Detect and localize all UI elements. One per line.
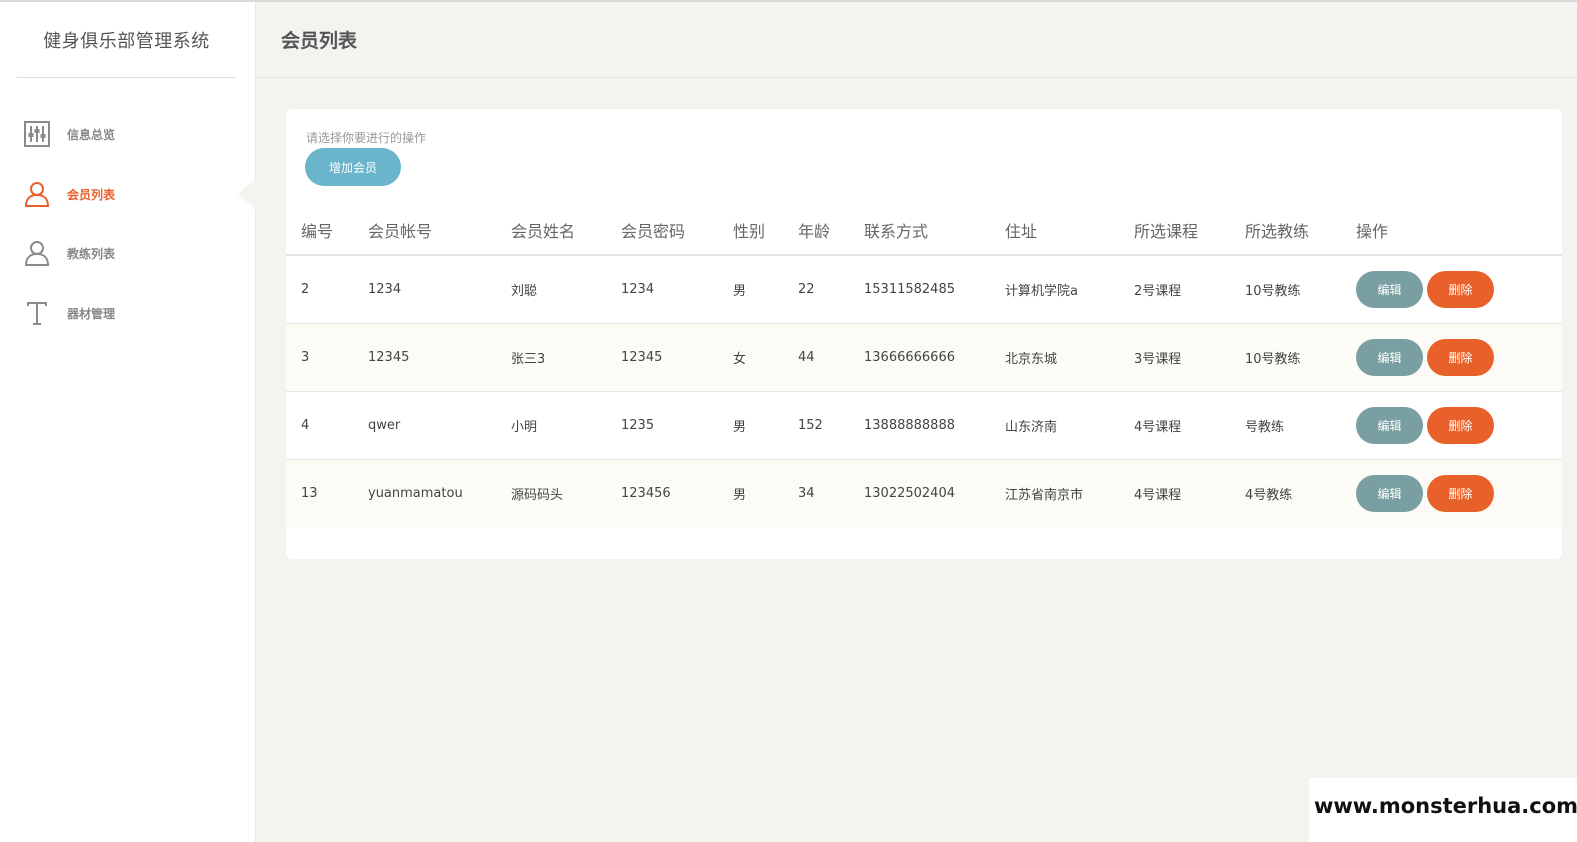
delete-button[interactable]: 删除 xyxy=(1427,338,1494,376)
page-title: 会员列表 xyxy=(281,30,358,52)
sidebar-item-members[interactable]: 会员列表 xyxy=(0,174,256,214)
delete-button[interactable]: 删除 xyxy=(1427,406,1494,444)
cell-actions: 编辑 删除 xyxy=(1356,323,1562,392)
cell-name: 小明 xyxy=(511,391,621,460)
column-header: 会员密码 xyxy=(621,205,733,256)
cell-course: 4号课程 xyxy=(1134,459,1245,527)
cell-address: 北京东城 xyxy=(1005,323,1134,392)
cell-password: 12345 xyxy=(621,323,733,392)
edit-button[interactable]: 编辑 xyxy=(1356,338,1423,376)
cell-gender: 男 xyxy=(733,459,798,527)
active-nav-pointer xyxy=(238,178,256,210)
cell-age: 152 xyxy=(798,391,864,460)
column-header: 联系方式 xyxy=(864,205,1005,256)
cell-actions: 编辑 删除 xyxy=(1356,255,1562,324)
cell-gender: 男 xyxy=(733,391,798,460)
cell-password: 1235 xyxy=(621,391,733,460)
cell-age: 22 xyxy=(798,255,864,324)
cell-age: 34 xyxy=(798,459,864,527)
page-header: 会员列表 xyxy=(256,2,1577,78)
sidebar-item-coaches[interactable]: 教练列表 xyxy=(0,233,256,273)
text-t-icon xyxy=(23,299,51,327)
column-header: 住址 xyxy=(1005,205,1134,256)
cell-course: 4号课程 xyxy=(1134,391,1245,460)
member-table: 编号 会员帐号 会员姓名 会员密码 性别 年龄 联系方式 住址 所选课程 所选教… xyxy=(286,205,1562,527)
delete-button[interactable]: 删除 xyxy=(1427,474,1494,512)
cell-password: 1234 xyxy=(621,255,733,324)
column-header: 性别 xyxy=(733,205,798,256)
cell-id: 4 xyxy=(286,391,368,460)
cell-account: qwer xyxy=(368,391,511,460)
edit-button[interactable]: 编辑 xyxy=(1356,474,1423,512)
sidebar-item-overview[interactable]: 信息总览 xyxy=(0,114,256,154)
cell-phone: 13666666666 xyxy=(864,323,1005,392)
cell-id: 13 xyxy=(286,459,368,527)
cell-course: 2号课程 xyxy=(1134,255,1245,324)
cell-address: 山东济南 xyxy=(1005,391,1134,460)
cell-gender: 男 xyxy=(733,255,798,324)
sidebar-item-label: 器材管理 xyxy=(67,307,116,321)
cell-name: 张三3 xyxy=(511,323,621,392)
table-row: 13 yuanmamatou 源码码头 123456 男 34 13022502… xyxy=(286,459,1562,527)
edit-button[interactable]: 编辑 xyxy=(1356,406,1423,444)
sliders-icon xyxy=(23,120,51,148)
user-outline-icon xyxy=(23,239,51,267)
cell-gender: 女 xyxy=(733,323,798,392)
column-header: 编号 xyxy=(286,205,368,256)
cell-account: yuanmamatou xyxy=(368,459,511,527)
cell-address: 江苏省南京市 xyxy=(1005,459,1134,527)
cell-age: 44 xyxy=(798,323,864,392)
app-title: 健身俱乐部管理系统 xyxy=(17,2,236,78)
cell-course: 3号课程 xyxy=(1134,323,1245,392)
table-row: 2 1234 刘聪 1234 男 22 15311582485 计算机学院a 2… xyxy=(286,255,1562,324)
cell-password: 123456 xyxy=(621,459,733,527)
sidebar-item-equipment[interactable]: 器材管理 xyxy=(0,293,256,333)
operation-prompt: 请选择你要进行的操作 xyxy=(306,131,427,145)
sidebar: 健身俱乐部管理系统 信息总览 会员列表 教练列表 器材管理 xyxy=(0,2,256,842)
column-header: 年龄 xyxy=(798,205,864,256)
cell-phone: 13888888888 xyxy=(864,391,1005,460)
cell-id: 3 xyxy=(286,323,368,392)
cell-phone: 15311582485 xyxy=(864,255,1005,324)
cell-id: 2 xyxy=(286,255,368,324)
sidebar-item-label: 会员列表 xyxy=(67,188,116,202)
table-header-row: 编号 会员帐号 会员姓名 会员密码 性别 年龄 联系方式 住址 所选课程 所选教… xyxy=(286,205,1562,256)
cell-account: 12345 xyxy=(368,323,511,392)
sidebar-item-label: 教练列表 xyxy=(67,247,116,261)
column-header: 所选教练 xyxy=(1245,205,1356,256)
member-list-card: 请选择你要进行的操作 增加会员 编号 会员帐号 会员姓名 会员密码 性别 年龄 … xyxy=(286,109,1562,559)
edit-button[interactable]: 编辑 xyxy=(1356,270,1423,308)
sidebar-item-label: 信息总览 xyxy=(67,128,116,142)
column-header: 所选课程 xyxy=(1134,205,1245,256)
cell-address: 计算机学院a xyxy=(1005,255,1134,324)
cell-account: 1234 xyxy=(368,255,511,324)
table-row: 3 12345 张三3 12345 女 44 13666666666 北京东城 … xyxy=(286,323,1562,392)
cell-name: 源码码头 xyxy=(511,459,621,527)
cell-coach: 10号教练 xyxy=(1245,323,1356,392)
user-icon xyxy=(23,180,51,208)
cell-actions: 编辑 删除 xyxy=(1356,391,1562,460)
cell-coach: 4号教练 xyxy=(1245,459,1356,527)
cell-name: 刘聪 xyxy=(511,255,621,324)
table-row: 4 qwer 小明 1235 男 152 13888888888 山东济南 4号… xyxy=(286,391,1562,460)
add-member-button[interactable]: 增加会员 xyxy=(305,148,401,186)
cell-actions: 编辑 删除 xyxy=(1356,459,1562,527)
cell-phone: 13022502404 xyxy=(864,459,1005,527)
column-header: 操作 xyxy=(1356,205,1562,256)
cell-coach: 10号教练 xyxy=(1245,255,1356,324)
cell-coach: 号教练 xyxy=(1245,391,1356,460)
column-header: 会员姓名 xyxy=(511,205,621,256)
delete-button[interactable]: 删除 xyxy=(1427,270,1494,308)
column-header: 会员帐号 xyxy=(368,205,511,256)
watermark: www.monsterhua.com xyxy=(1309,778,1577,842)
